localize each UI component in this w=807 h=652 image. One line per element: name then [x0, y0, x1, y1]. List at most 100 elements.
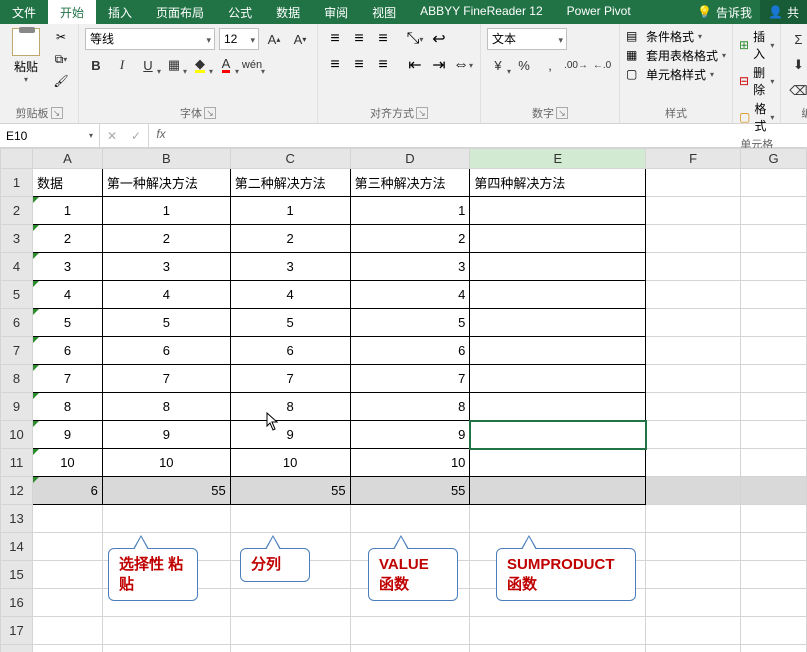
cell[interactable]	[741, 309, 807, 337]
cell[interactable]	[741, 253, 807, 281]
cell[interactable]: 10	[32, 449, 102, 477]
comma-button[interactable]: ,	[539, 54, 561, 76]
orientation-button[interactable]: ⤡▾	[404, 28, 426, 50]
cell[interactable]	[646, 449, 741, 477]
cell[interactable]: 5	[350, 309, 470, 337]
align-left-button[interactable]: ≡	[324, 54, 346, 76]
clear-button[interactable]: ⌫	[787, 80, 807, 102]
cell[interactable]: 9	[230, 421, 350, 449]
cell[interactable]	[646, 393, 741, 421]
increase-decimal-button[interactable]: .00→	[565, 54, 587, 76]
tab-powerpivot[interactable]: Power Pivot	[555, 0, 643, 24]
cell[interactable]	[646, 225, 741, 253]
border-button[interactable]: ▦	[163, 54, 185, 76]
row-header-12[interactable]: 12	[1, 477, 33, 505]
cell[interactable]	[230, 589, 350, 617]
row-header-8[interactable]: 8	[1, 365, 33, 393]
column-header-D[interactable]: D	[350, 149, 470, 169]
cell[interactable]	[741, 197, 807, 225]
cell[interactable]	[32, 645, 102, 652]
phonetic-button[interactable]: wén	[241, 54, 263, 76]
align-middle-button[interactable]: ≡	[348, 28, 370, 50]
increase-font-button[interactable]: A▴	[263, 28, 285, 50]
cell[interactable]	[470, 337, 646, 365]
cell[interactable]	[741, 617, 807, 645]
cell[interactable]	[32, 589, 102, 617]
cell[interactable]	[350, 617, 470, 645]
cell[interactable]: 9	[102, 421, 230, 449]
cell[interactable]: 3	[32, 253, 102, 281]
column-header-G[interactable]: G	[741, 149, 807, 169]
cell[interactable]	[470, 421, 646, 449]
row-header-17[interactable]: 17	[1, 617, 33, 645]
cancel-formula-button[interactable]: ✕	[100, 129, 124, 143]
tab-abbyy[interactable]: ABBYY FineReader 12	[408, 0, 555, 24]
row-header-18[interactable]: 18	[1, 645, 33, 652]
cell-styles-button[interactable]: ▢单元格样式▾	[626, 66, 726, 83]
cell[interactable]	[102, 505, 230, 533]
cell[interactable]	[646, 309, 741, 337]
font-color-button[interactable]: A	[215, 54, 237, 76]
row-header-9[interactable]: 9	[1, 393, 33, 421]
wrap-text-button[interactable]: ↩	[428, 28, 450, 50]
cell[interactable]	[646, 365, 741, 393]
row-header-15[interactable]: 15	[1, 561, 33, 589]
cell[interactable]	[741, 169, 807, 197]
cell[interactable]: 第一种解决方法	[102, 169, 230, 197]
cell[interactable]: 55	[102, 477, 230, 505]
column-header-E[interactable]: E	[470, 149, 646, 169]
tab-view[interactable]: 视图	[360, 0, 408, 24]
row-header-10[interactable]: 10	[1, 421, 33, 449]
cell[interactable]	[102, 617, 230, 645]
cell[interactable]	[646, 617, 741, 645]
dialog-launcher-icon[interactable]: ↘	[556, 107, 568, 119]
cell[interactable]: 4	[230, 281, 350, 309]
cell[interactable]	[646, 477, 741, 505]
tab-page-layout[interactable]: 页面布局	[144, 0, 216, 24]
cell[interactable]: 2	[350, 225, 470, 253]
cell[interactable]: 4	[350, 281, 470, 309]
align-right-button[interactable]: ≡	[372, 54, 394, 76]
cell[interactable]	[470, 449, 646, 477]
cell[interactable]: 2	[102, 225, 230, 253]
cell[interactable]: 3	[230, 253, 350, 281]
cell[interactable]	[350, 505, 470, 533]
cell[interactable]	[741, 337, 807, 365]
row-header-3[interactable]: 3	[1, 225, 33, 253]
cell[interactable]	[646, 337, 741, 365]
cell[interactable]	[470, 393, 646, 421]
cell[interactable]	[102, 645, 230, 652]
cell[interactable]	[741, 421, 807, 449]
tab-file[interactable]: 文件	[0, 0, 48, 24]
format-painter-button[interactable]: 🖌	[50, 72, 72, 90]
decrease-font-button[interactable]: A▾	[289, 28, 311, 50]
italic-button[interactable]: I	[111, 54, 133, 76]
cell[interactable]: 第四种解决方法	[470, 169, 646, 197]
cell[interactable]: 5	[102, 309, 230, 337]
cell[interactable]: 6	[230, 337, 350, 365]
cell[interactable]	[470, 253, 646, 281]
accept-formula-button[interactable]: ✓	[124, 129, 148, 143]
cell[interactable]: 10	[350, 449, 470, 477]
row-header-14[interactable]: 14	[1, 533, 33, 561]
tab-data[interactable]: 数据	[264, 0, 312, 24]
cell[interactable]	[470, 617, 646, 645]
cell[interactable]: 数据	[32, 169, 102, 197]
cell[interactable]	[646, 533, 741, 561]
cell[interactable]: 6	[102, 337, 230, 365]
cell[interactable]: 6	[32, 337, 102, 365]
cut-button[interactable]: ✂	[50, 28, 72, 46]
cell[interactable]	[646, 421, 741, 449]
cell[interactable]	[470, 645, 646, 652]
align-top-button[interactable]: ≡	[324, 28, 346, 50]
cell[interactable]: 1	[102, 197, 230, 225]
cell[interactable]	[470, 197, 646, 225]
cell[interactable]: 55	[350, 477, 470, 505]
align-bottom-button[interactable]: ≡	[372, 28, 394, 50]
cell[interactable]	[350, 645, 470, 652]
dialog-launcher-icon[interactable]: ↘	[51, 107, 63, 119]
worksheet-grid[interactable]: ABCDEFG1数据第一种解决方法第二种解决方法第三种解决方法第四种解决方法21…	[0, 148, 807, 652]
cell[interactable]	[32, 505, 102, 533]
cell[interactable]	[741, 645, 807, 652]
cell[interactable]: 7	[350, 365, 470, 393]
